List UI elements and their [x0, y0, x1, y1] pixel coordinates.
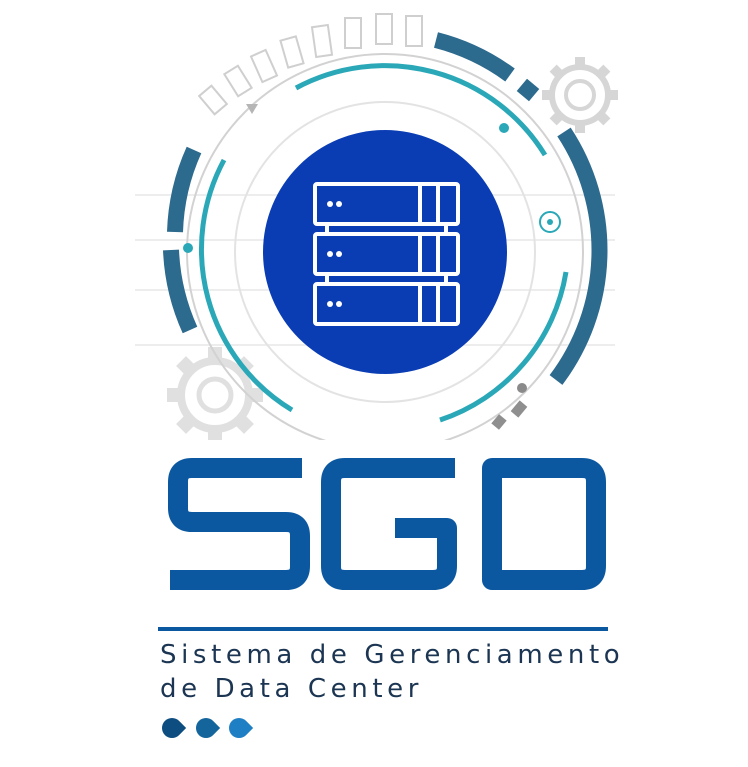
wordmark-letter-s — [168, 458, 310, 590]
tagline-line-2: de Data Center — [160, 674, 424, 704]
tagline-line-1: Sistema de Gerenciamento — [160, 640, 625, 670]
divider-line — [158, 627, 608, 631]
wordmark-letter-d — [482, 458, 606, 590]
wordmark-letter-g — [321, 458, 457, 590]
